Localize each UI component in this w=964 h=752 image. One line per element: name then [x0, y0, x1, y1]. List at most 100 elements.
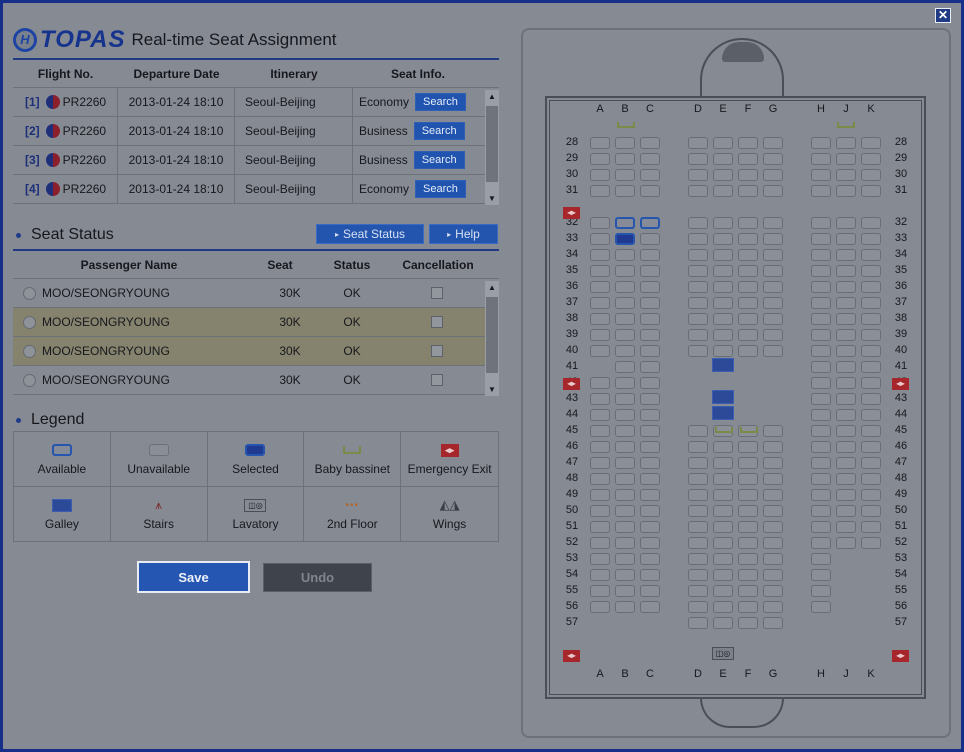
seat-55D[interactable]: [688, 585, 708, 597]
seat-43C[interactable]: [640, 393, 660, 405]
seat-33G[interactable]: [763, 233, 783, 245]
seat-48A[interactable]: [590, 473, 610, 485]
seat-29C[interactable]: [640, 153, 660, 165]
seat-37J[interactable]: [836, 297, 856, 309]
seat-31E[interactable]: [713, 185, 733, 197]
seat-57F[interactable]: [738, 617, 758, 629]
seat-49E[interactable]: [713, 489, 733, 501]
seat-47G[interactable]: [763, 457, 783, 469]
seat-41K[interactable]: [861, 361, 881, 373]
seat-53H[interactable]: [811, 553, 831, 565]
seat-30C[interactable]: [640, 169, 660, 181]
seat-46G[interactable]: [763, 441, 783, 453]
seat-41C[interactable]: [640, 361, 660, 373]
seat-31D[interactable]: [688, 185, 708, 197]
seat-46A[interactable]: [590, 441, 610, 453]
seat-39G[interactable]: [763, 329, 783, 341]
seat-35D[interactable]: [688, 265, 708, 277]
seat-47J[interactable]: [836, 457, 856, 469]
seat-50F[interactable]: [738, 505, 758, 517]
seat-50B[interactable]: [615, 505, 635, 517]
seat-28K[interactable]: [861, 137, 881, 149]
flight-row[interactable]: [1] PR2260 2013-01-24 18:10 Seoul-Beijing Ec…: [13, 88, 485, 117]
seat-44J[interactable]: [836, 409, 856, 421]
seat-38A[interactable]: [590, 313, 610, 325]
seat-53G[interactable]: [763, 553, 783, 565]
seat-54F[interactable]: [738, 569, 758, 581]
seat-40B[interactable]: [615, 345, 635, 357]
seat-56E[interactable]: [713, 601, 733, 613]
seat-34A[interactable]: [590, 249, 610, 261]
seat-47K[interactable]: [861, 457, 881, 469]
seat-34J[interactable]: [836, 249, 856, 261]
seat-50H[interactable]: [811, 505, 831, 517]
seat-55G[interactable]: [763, 585, 783, 597]
seat-38C[interactable]: [640, 313, 660, 325]
seat-47C[interactable]: [640, 457, 660, 469]
seat-29D[interactable]: [688, 153, 708, 165]
seat-56D[interactable]: [688, 601, 708, 613]
seat-35F[interactable]: [738, 265, 758, 277]
seat-30A[interactable]: [590, 169, 610, 181]
seat-37G[interactable]: [763, 297, 783, 309]
seat-29A[interactable]: [590, 153, 610, 165]
seat-55F[interactable]: [738, 585, 758, 597]
seat-56F[interactable]: [738, 601, 758, 613]
seat-48E[interactable]: [713, 473, 733, 485]
save-button[interactable]: Save: [137, 561, 250, 593]
seat-50J[interactable]: [836, 505, 856, 517]
seat-48C[interactable]: [640, 473, 660, 485]
seat-52A[interactable]: [590, 537, 610, 549]
seat-40H[interactable]: [811, 345, 831, 357]
seat-28E[interactable]: [713, 137, 733, 149]
passenger-row[interactable]: MOO/SEONGRYOUNG 30K OK: [13, 366, 485, 395]
seat-33E[interactable]: [713, 233, 733, 245]
seat-47A[interactable]: [590, 457, 610, 469]
seat-40F[interactable]: [738, 345, 758, 357]
seat-36K[interactable]: [861, 281, 881, 293]
seat-51A[interactable]: [590, 521, 610, 533]
seat-37C[interactable]: [640, 297, 660, 309]
seat-38B[interactable]: [615, 313, 635, 325]
seat-50C[interactable]: [640, 505, 660, 517]
seat-56G[interactable]: [763, 601, 783, 613]
seat-45C[interactable]: [640, 425, 660, 437]
seat-42B[interactable]: [615, 377, 635, 389]
seat-56H[interactable]: [811, 601, 831, 613]
seat-33H[interactable]: [811, 233, 831, 245]
seat-50K[interactable]: [861, 505, 881, 517]
seat-28A[interactable]: [590, 137, 610, 149]
seat-40E[interactable]: [713, 345, 733, 357]
seat-46H[interactable]: [811, 441, 831, 453]
seat-55H[interactable]: [811, 585, 831, 597]
seat-46E[interactable]: [713, 441, 733, 453]
seat-54E[interactable]: [713, 569, 733, 581]
seat-34C[interactable]: [640, 249, 660, 261]
seat-54C[interactable]: [640, 569, 660, 581]
seat-32K[interactable]: [861, 217, 881, 229]
scroll-up-icon[interactable]: ▲: [485, 92, 499, 101]
seat-46K[interactable]: [861, 441, 881, 453]
seat-30F[interactable]: [738, 169, 758, 181]
seat-47D[interactable]: [688, 457, 708, 469]
seat-50E[interactable]: [713, 505, 733, 517]
passenger-radio[interactable]: [23, 286, 36, 300]
seat-51J[interactable]: [836, 521, 856, 533]
seat-52K[interactable]: [861, 537, 881, 549]
search-button[interactable]: Search: [415, 180, 466, 198]
seat-55E[interactable]: [713, 585, 733, 597]
seat-49G[interactable]: [763, 489, 783, 501]
seat-55C[interactable]: [640, 585, 660, 597]
seat-31J[interactable]: [836, 185, 856, 197]
undo-button[interactable]: Undo: [263, 563, 372, 592]
scroll-up-icon[interactable]: ▲: [485, 283, 499, 292]
seat-31A[interactable]: [590, 185, 610, 197]
seat-49H[interactable]: [811, 489, 831, 501]
seat-39F[interactable]: [738, 329, 758, 341]
seat-31B[interactable]: [615, 185, 635, 197]
seat-33B[interactable]: [615, 233, 635, 245]
scroll-down-icon[interactable]: ▼: [485, 194, 499, 203]
seat-29G[interactable]: [763, 153, 783, 165]
seat-51B[interactable]: [615, 521, 635, 533]
seat-39D[interactable]: [688, 329, 708, 341]
